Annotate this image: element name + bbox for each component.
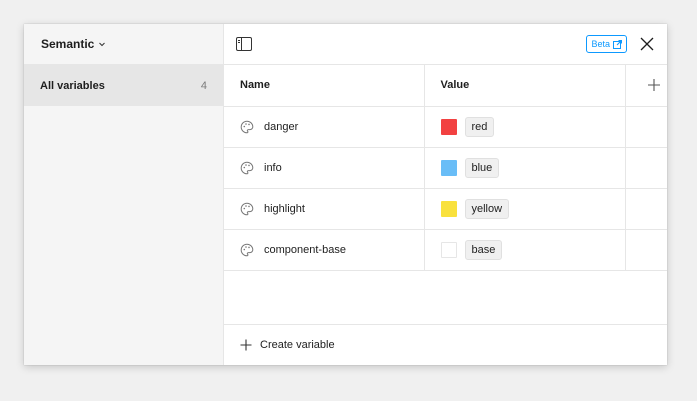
palette-icon xyxy=(240,202,254,215)
variable-name: highlight xyxy=(264,202,305,215)
external-link-icon xyxy=(613,39,622,49)
variable-name: component-base xyxy=(264,243,346,256)
variable-name: info xyxy=(264,161,282,174)
table-row[interactable]: highlight yellow xyxy=(224,188,667,230)
variable-name-cell[interactable]: info xyxy=(224,147,425,189)
collection-name: Semantic xyxy=(41,37,95,51)
color-swatch xyxy=(440,118,457,135)
variable-value-cell[interactable]: yellow xyxy=(424,188,626,230)
column-header-name: Name xyxy=(224,65,425,107)
variable-value-cell[interactable]: blue xyxy=(424,147,626,189)
collection-selector[interactable]: Semantic xyxy=(24,24,223,65)
beta-label: Beta xyxy=(591,39,610,49)
table-row[interactable]: danger red xyxy=(224,106,667,148)
main-panel: Beta Name Value danger red info blue hig… xyxy=(224,24,667,365)
create-variable-button[interactable]: Create variable xyxy=(224,324,667,365)
table-row[interactable]: info blue xyxy=(224,147,667,189)
alias-pill[interactable]: yellow xyxy=(464,198,510,219)
plus-icon xyxy=(648,79,661,92)
variable-value-cell[interactable]: base xyxy=(424,229,626,271)
close-icon[interactable] xyxy=(639,36,655,52)
sidebar-item-label: All variables xyxy=(40,79,105,92)
sidebar: Semantic All variables 4 xyxy=(24,24,224,365)
color-swatch xyxy=(440,241,457,258)
chevron-down-icon xyxy=(99,42,106,47)
variable-name-cell[interactable]: danger xyxy=(224,106,425,148)
table-header-row: Name Value xyxy=(224,65,667,107)
empty-cell xyxy=(625,229,667,271)
variable-value-cell[interactable]: red xyxy=(424,106,626,148)
palette-icon xyxy=(240,120,254,133)
palette-icon xyxy=(240,161,254,174)
sidebar-item-all-variables[interactable]: All variables 4 xyxy=(24,65,223,106)
empty-cell xyxy=(625,147,667,189)
empty-cell xyxy=(625,188,667,230)
variables-modal: Semantic All variables 4 Beta Name Value… xyxy=(24,24,667,365)
color-swatch xyxy=(440,159,457,176)
variable-name-cell[interactable]: highlight xyxy=(224,188,425,230)
variable-count: 4 xyxy=(200,79,207,92)
toolbar: Beta xyxy=(224,24,667,65)
alias-pill[interactable]: blue xyxy=(464,157,500,178)
variables-table: Name Value danger red info blue highligh… xyxy=(224,65,667,271)
plus-icon xyxy=(240,339,252,351)
sidebar-toggle-icon[interactable] xyxy=(236,37,252,51)
add-column-button[interactable] xyxy=(625,65,667,107)
alias-pill[interactable]: base xyxy=(464,239,503,260)
beta-badge[interactable]: Beta xyxy=(586,35,627,53)
color-swatch xyxy=(440,200,457,217)
column-header-value: Value xyxy=(424,65,626,107)
alias-pill[interactable]: red xyxy=(464,116,495,137)
empty-cell xyxy=(625,106,667,148)
create-variable-label: Create variable xyxy=(260,339,335,351)
table-row[interactable]: component-base base xyxy=(224,229,667,271)
palette-icon xyxy=(240,243,254,256)
variable-name: danger xyxy=(264,120,299,133)
variable-name-cell[interactable]: component-base xyxy=(224,229,425,271)
